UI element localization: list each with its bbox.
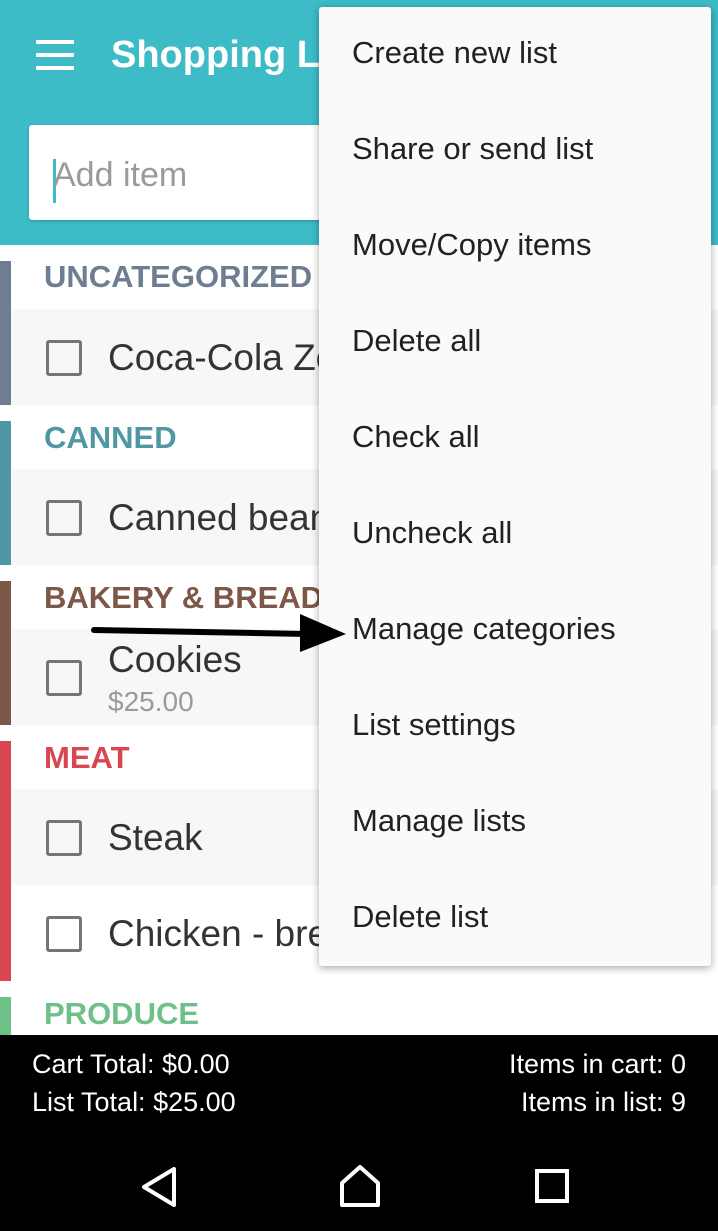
category-header-produce: PRODUCE — [44, 996, 200, 1031]
menu-item-move-copy-items[interactable]: Move/Copy items — [319, 199, 711, 295]
category-header-canned: CANNED — [44, 420, 177, 455]
items-in-list: Items in list: 9 — [520, 1087, 686, 1117]
item-checkbox[interactable] — [46, 340, 82, 376]
item-checkbox[interactable] — [46, 500, 82, 536]
back-triangle-icon[interactable] — [138, 1165, 182, 1209]
item-checkbox[interactable] — [46, 916, 82, 952]
category-header-meat: MEAT — [44, 740, 130, 775]
menu-item-manage-lists[interactable]: Manage lists — [319, 775, 711, 871]
category-color-bar — [0, 261, 11, 405]
totals-footer: Cart Total: $0.00 List Total: $25.00 Ite… — [0, 1035, 718, 1231]
category-color-bar — [0, 741, 11, 981]
category-color-bar — [0, 997, 11, 1035]
annotation-arrow-icon — [91, 614, 346, 652]
items-in-cart: Items in cart: 0 — [508, 1049, 686, 1079]
menu-item-delete-all[interactable]: Delete all — [319, 295, 711, 391]
menu-item-label: Create new list — [352, 35, 558, 70]
menu-item-label: Manage lists — [352, 803, 527, 838]
item-name: Steak — [108, 817, 203, 858]
home-icon[interactable] — [337, 1163, 383, 1209]
menu-item-check-all[interactable]: Check all — [319, 391, 711, 487]
menu-item-label: List settings — [352, 707, 516, 742]
menu-item-label: Manage categories — [352, 611, 616, 646]
menu-item-label: Move/Copy items — [352, 227, 592, 262]
menu-item-share-or-send-list[interactable]: Share or send list — [319, 103, 711, 199]
menu-item-label: Delete all — [352, 323, 482, 358]
overflow-menu: Create new list Share or send list Move/… — [319, 7, 711, 966]
menu-item-label: Check all — [352, 419, 480, 454]
list-total: List Total: $25.00 — [32, 1087, 236, 1117]
menu-item-label: Share or send list — [352, 131, 594, 166]
category-color-bar — [0, 581, 11, 725]
recents-square-icon[interactable] — [534, 1168, 570, 1204]
item-name: Canned bean — [108, 497, 331, 538]
app-title: Shopping Li — [111, 34, 331, 76]
hamburger-menu-icon[interactable] — [36, 40, 74, 70]
menu-item-uncheck-all[interactable]: Uncheck all — [319, 487, 711, 583]
menu-item-label: Delete list — [352, 899, 489, 934]
category-header-uncategorized: UNCATEGORIZED — [44, 259, 313, 294]
item-checkbox[interactable] — [46, 660, 82, 696]
category-color-bar — [0, 421, 11, 565]
menu-item-create-new-list[interactable]: Create new list — [319, 7, 711, 103]
cart-total: Cart Total: $0.00 — [32, 1049, 230, 1079]
item-price: $25.00 — [108, 686, 194, 717]
add-item-input[interactable] — [53, 155, 333, 195]
menu-item-list-settings[interactable]: List settings — [319, 679, 711, 775]
menu-item-label: Uncheck all — [352, 515, 513, 550]
menu-item-manage-categories[interactable]: Manage categories — [319, 583, 711, 679]
item-name: Coca-Cola Ze — [108, 337, 337, 378]
item-name: Chicken - bre — [108, 913, 329, 954]
menu-item-delete-list[interactable]: Delete list — [319, 871, 711, 967]
add-item-box[interactable] — [29, 125, 359, 220]
item-checkbox[interactable] — [46, 820, 82, 856]
